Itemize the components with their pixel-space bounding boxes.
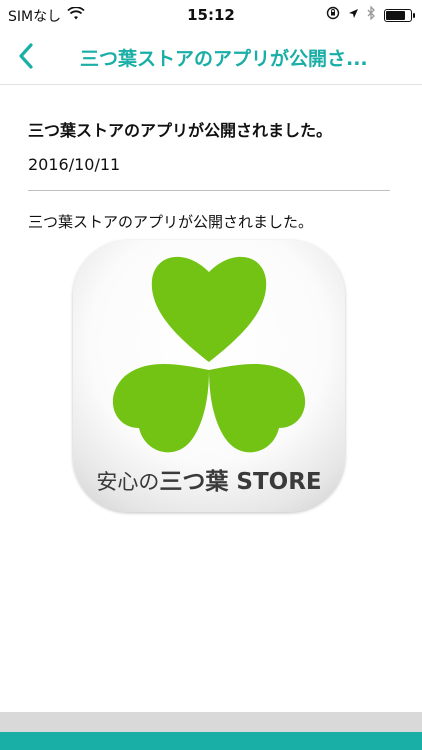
clover-leaf-left bbox=[112, 364, 209, 453]
location-arrow-icon bbox=[348, 7, 359, 23]
navigation-bar: 三つ葉ストアのアプリが公開さ... bbox=[0, 30, 422, 85]
clover-leaf-top bbox=[151, 256, 267, 362]
app-icon-image: 安心の三つ葉 STORE bbox=[73, 240, 345, 512]
orientation-lock-icon bbox=[326, 6, 340, 24]
clover-leaf-right bbox=[209, 364, 306, 453]
article-body: 三つ葉ストアのアプリが公開されました。 bbox=[28, 213, 314, 231]
battery-icon bbox=[384, 8, 415, 22]
logo-text-prefix: 安心の bbox=[96, 470, 160, 494]
article: 三つ葉ストアのアプリが公開されました。 2016/10/11 三つ葉ストアのアプ… bbox=[28, 86, 390, 233]
article-title: 三つ葉ストアのアプリが公開されました。 bbox=[28, 121, 333, 140]
logo-text: 安心の三つ葉 STORE bbox=[73, 462, 345, 496]
bluetooth-icon bbox=[367, 5, 376, 24]
back-button[interactable] bbox=[6, 38, 46, 78]
chevron-left-icon bbox=[18, 42, 34, 74]
battery-fill bbox=[386, 10, 405, 20]
status-icons bbox=[326, 5, 415, 24]
article-date: 2016/10/11 bbox=[28, 155, 121, 174]
logo-text-strong: 三つ葉 STORE bbox=[159, 469, 322, 495]
bottom-accent-bar bbox=[0, 732, 422, 750]
status-bar: SIMなし 15:12 bbox=[0, 0, 422, 30]
divider bbox=[28, 190, 390, 191]
nav-title: 三つ葉ストアのアプリが公開さ... bbox=[80, 48, 368, 70]
bottom-toolbar bbox=[0, 712, 422, 732]
